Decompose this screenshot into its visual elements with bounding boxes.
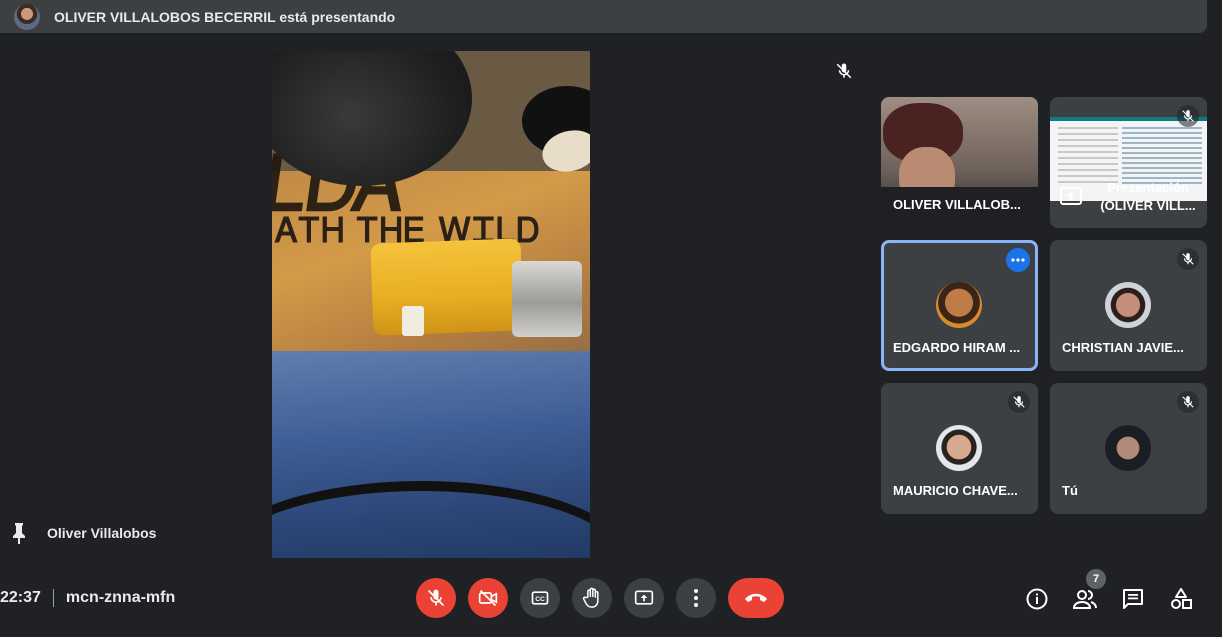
avatar	[936, 282, 982, 328]
people-button[interactable]	[1072, 586, 1098, 612]
pinned-participant-label: Oliver Villalobos	[47, 525, 157, 541]
participant-name: Tú	[1062, 483, 1078, 498]
camera-off-icon	[478, 589, 498, 607]
info-icon	[1026, 588, 1048, 610]
video-scene-mouse	[272, 51, 472, 186]
video-scene-motor-can	[512, 261, 582, 337]
participant-name: MAURICIO CHAVE...	[893, 483, 1018, 498]
more-options-icon	[694, 589, 698, 607]
participant-tile[interactable]: OLIVER VILLALOB...	[881, 97, 1038, 228]
people-count-badge: 7	[1086, 569, 1106, 589]
participant-tile[interactable]: EDGARDO HIRAM ...	[881, 240, 1038, 371]
more-options-icon[interactable]	[1006, 248, 1030, 272]
activities-button[interactable]	[1168, 586, 1194, 612]
people-icon	[1073, 590, 1097, 609]
mic-off-icon	[835, 62, 853, 80]
raise-hand-button[interactable]	[572, 578, 612, 618]
end-call-icon	[745, 593, 767, 602]
meeting-code: mcn-znna-mfn	[65, 589, 176, 606]
participant-tile[interactable]: Presentación (OLIVER VILL...	[1050, 97, 1207, 228]
mic-off-icon	[427, 589, 445, 607]
camera-toggle-button[interactable]	[468, 578, 508, 618]
pin-icon[interactable]	[10, 522, 28, 544]
chat-button[interactable]	[1120, 586, 1146, 612]
video-scene-motor-shaft	[402, 306, 424, 336]
presenting-text: OLIVER VILLALOBOS BECERRIL está presenta…	[54, 8, 396, 25]
avatar	[1105, 282, 1151, 328]
chat-icon	[1123, 589, 1143, 609]
meeting-details-button[interactable]	[1024, 586, 1050, 612]
meeting-time: 22:37	[0, 589, 41, 606]
participant-tile[interactable]: CHRISTIAN JAVIE...	[1050, 240, 1207, 371]
participant-name: OLIVER VILLALOB...	[893, 197, 1021, 212]
presentation-label: Presentación (OLIVER VILL...	[1100, 180, 1196, 213]
present-icon	[1060, 187, 1082, 205]
present-now-button[interactable]	[624, 578, 664, 618]
mic-off-icon	[1177, 105, 1199, 127]
participant-name: CHRISTIAN JAVIE...	[1062, 340, 1184, 355]
participant-tile[interactable]: MAURICIO CHAVE...	[881, 383, 1038, 514]
meeting-info: 22:37 mcn-znna-mfn	[0, 589, 175, 607]
svg-text:CC: CC	[535, 596, 545, 603]
avatar	[936, 425, 982, 471]
raise-hand-icon	[582, 587, 599, 608]
more-options-button[interactable]	[676, 578, 716, 618]
divider	[52, 589, 54, 607]
participant-name: EDGARDO HIRAM ...	[893, 340, 1021, 355]
participant-tile[interactable]: Tú	[1050, 383, 1207, 514]
main-shared-video: ᏞᎠᎪ ᎪᎢᎻ ᎢᎻᎬ ᎳᏆᏞᎠ	[272, 51, 590, 558]
present-icon	[634, 590, 654, 605]
presenting-banner: OLIVER VILLALOBOS BECERRIL está presenta…	[0, 0, 1207, 33]
avatar	[1105, 425, 1151, 471]
presenter-avatar	[14, 3, 40, 30]
captions-icon: CC	[531, 591, 549, 605]
captions-button[interactable]: CC	[520, 578, 560, 618]
video-scene-motor	[370, 238, 524, 336]
mic-off-icon	[1177, 248, 1199, 270]
mic-off-icon	[1177, 391, 1199, 413]
mic-toggle-button[interactable]	[416, 578, 456, 618]
activities-icon	[1171, 588, 1192, 609]
end-call-button[interactable]	[728, 578, 784, 618]
mic-off-icon	[1008, 391, 1030, 413]
